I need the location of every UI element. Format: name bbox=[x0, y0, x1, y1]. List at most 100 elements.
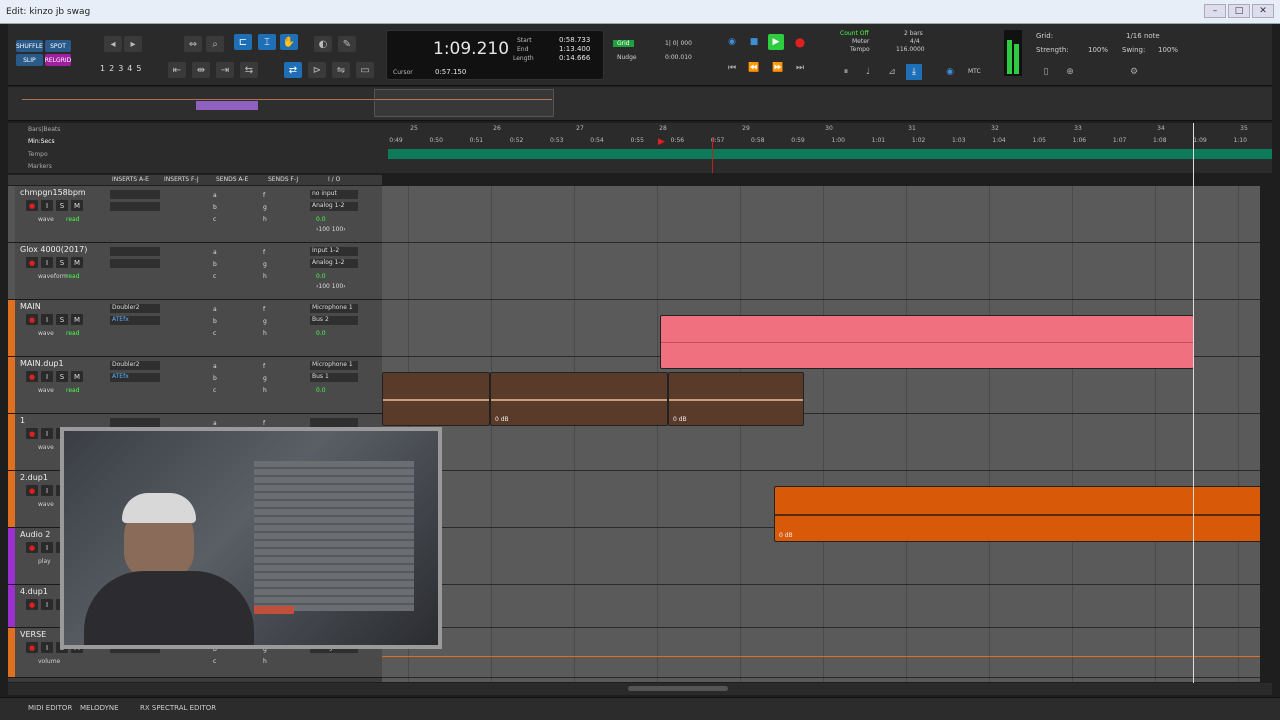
track-name[interactable]: 1 bbox=[20, 416, 25, 425]
metronome-icon[interactable]: ⊿ bbox=[884, 64, 900, 80]
send-slot-h[interactable]: h bbox=[263, 330, 267, 337]
record-enable-button[interactable]: ● bbox=[26, 428, 38, 439]
clip-main-pink[interactable] bbox=[660, 315, 1194, 369]
send-slot-a[interactable]: a bbox=[213, 192, 217, 199]
solo-button[interactable]: S bbox=[56, 371, 68, 382]
send-slot-a[interactable]: a bbox=[213, 306, 217, 313]
output-selector[interactable]: Bus 2 bbox=[310, 316, 358, 325]
close-button[interactable]: ✕ bbox=[1252, 4, 1274, 18]
automation-mode[interactable]: read bbox=[66, 330, 80, 337]
main-counter-value[interactable]: 1:09.210 bbox=[433, 39, 509, 59]
track-row[interactable]: MAIN ● I S Mwave read Doubler2 ATEfx a b c f g h Micro… bbox=[8, 300, 382, 357]
insert-slot-b[interactable] bbox=[110, 259, 160, 268]
online-icon[interactable]: ◉ bbox=[942, 64, 958, 80]
mute-button[interactable]: M bbox=[71, 257, 83, 268]
send-slot-g[interactable]: g bbox=[263, 375, 267, 382]
record-enable-button[interactable]: ● bbox=[26, 200, 38, 211]
track-view-selector[interactable]: wave bbox=[38, 387, 54, 394]
grabber-tool-icon[interactable]: ✋ bbox=[280, 34, 298, 50]
input-selector[interactable]: Microphone 1 bbox=[310, 361, 358, 370]
punch-icon[interactable]: ⤓ bbox=[906, 64, 922, 80]
insert-slot-a[interactable] bbox=[110, 418, 160, 427]
magnifier-icon[interactable]: ⌕ bbox=[206, 36, 224, 52]
insert-slot-a[interactable] bbox=[110, 247, 160, 256]
zoom-preset-2[interactable]: 2 bbox=[109, 64, 114, 73]
link-timeline-icon[interactable]: ⇄ bbox=[284, 62, 302, 78]
clip-gain-label[interactable]: 0 dB bbox=[495, 416, 509, 423]
send-slot-g[interactable]: g bbox=[263, 318, 267, 325]
quantize-note[interactable]: 1/16 note bbox=[1126, 32, 1160, 40]
length-value[interactable]: 0:14.666 bbox=[559, 54, 590, 62]
clip-maindup-3[interactable]: 0 dB bbox=[668, 372, 804, 426]
loop-icon[interactable]: ◉ bbox=[724, 34, 740, 50]
insert-slot-a[interactable]: Doubler2 bbox=[110, 304, 160, 313]
solo-button[interactable]: S bbox=[56, 200, 68, 211]
start-value[interactable]: 0:58.733 bbox=[559, 36, 590, 44]
minimize-button[interactable]: – bbox=[1204, 4, 1226, 18]
strength-value[interactable]: 100% bbox=[1088, 46, 1108, 54]
send-slot-f[interactable]: f bbox=[263, 306, 265, 313]
zoom-preset-5[interactable]: 5 bbox=[136, 64, 141, 73]
send-slot-h[interactable]: h bbox=[263, 387, 267, 394]
rx-spectral-editor-tab[interactable]: RX SPECTRAL EDITOR bbox=[140, 704, 216, 712]
input-monitor-button[interactable]: I bbox=[41, 542, 53, 553]
record-enable-button[interactable]: ● bbox=[26, 485, 38, 496]
midi-merge-icon[interactable]: ⏸ bbox=[838, 64, 854, 80]
shuffle-mode-button[interactable]: SHUFFLE bbox=[16, 40, 43, 52]
spot-mode-button[interactable]: SPOT bbox=[44, 40, 72, 52]
pan-readout[interactable]: ‹100 100› bbox=[316, 283, 346, 290]
send-slot-f[interactable]: f bbox=[263, 192, 265, 199]
input-selector[interactable]: Input 1-2 bbox=[310, 247, 358, 256]
tempo-value[interactable]: 116.0000 bbox=[896, 46, 925, 53]
nudge-left-icon[interactable]: ⇤ bbox=[168, 62, 186, 78]
settings-gear-icon[interactable]: ⚙ bbox=[1126, 64, 1142, 80]
record-enable-button[interactable]: ● bbox=[26, 542, 38, 553]
zoom-preset-4[interactable]: 4 bbox=[127, 64, 132, 73]
input-monitor-button[interactable]: I bbox=[41, 314, 53, 325]
track-name[interactable]: MAIN.dup1 bbox=[20, 359, 64, 368]
midi-editor-tab[interactable]: MIDI EDITOR bbox=[28, 704, 72, 712]
send-slot-b[interactable]: b bbox=[213, 204, 217, 211]
clip-orange[interactable]: 0 dB bbox=[774, 486, 1260, 542]
nudge-label[interactable]: Nudge bbox=[617, 54, 637, 61]
keyboard-focus-icon[interactable]: ▭ bbox=[356, 62, 374, 78]
send-slot-h[interactable]: h bbox=[263, 658, 267, 665]
send-slot-b[interactable]: b bbox=[213, 261, 217, 268]
track-view-selector[interactable]: waveform bbox=[38, 273, 68, 280]
track-view-selector[interactable]: play bbox=[38, 558, 51, 565]
play-button[interactable]: ▶ bbox=[768, 34, 784, 50]
track-name[interactable]: 4.dup1 bbox=[20, 587, 48, 596]
automation-mode[interactable]: read bbox=[66, 273, 80, 280]
link-icon[interactable]: ⇆ bbox=[240, 62, 258, 78]
track-row[interactable]: chmpgn158bpm ● I S Mwave read a b c f g h no input An… bbox=[8, 186, 382, 243]
track-name[interactable]: VERSE bbox=[20, 630, 46, 639]
input-monitor-button[interactable]: I bbox=[41, 642, 53, 653]
quantize-icon[interactable]: ▯ bbox=[1038, 64, 1054, 80]
volume-readout[interactable]: 0.0 bbox=[316, 273, 326, 280]
send-slot-c[interactable]: c bbox=[213, 387, 216, 394]
insert-slot-b[interactable]: ATEfx bbox=[110, 373, 160, 382]
track-lane[interactable] bbox=[382, 186, 1260, 243]
grid-mode-button[interactable]: RELGRID bbox=[44, 54, 72, 66]
tab-to-transient-icon[interactable]: ⊳ bbox=[308, 62, 326, 78]
mtc-label[interactable]: MTC bbox=[968, 68, 981, 75]
volume-readout[interactable]: 0.0 bbox=[316, 387, 326, 394]
track-name[interactable]: chmpgn158bpm bbox=[20, 188, 86, 197]
input-selector[interactable]: no input bbox=[310, 190, 358, 199]
record-enable-button[interactable]: ● bbox=[26, 257, 38, 268]
track-view-selector[interactable]: wave bbox=[38, 501, 54, 508]
send-slot-h[interactable]: h bbox=[263, 216, 267, 223]
slip-mode-button[interactable]: SLIP bbox=[16, 54, 43, 66]
universe-overview[interactable] bbox=[8, 87, 1272, 121]
grid-value[interactable]: 1| 0| 000 bbox=[665, 40, 692, 47]
grid-label[interactable]: Grid bbox=[613, 40, 634, 47]
insert-slot-a[interactable] bbox=[110, 190, 160, 199]
send-slot-a[interactable]: a bbox=[213, 363, 217, 370]
input-selector[interactable] bbox=[310, 418, 358, 427]
record-button[interactable]: ● bbox=[792, 34, 808, 50]
solo-button[interactable]: S bbox=[56, 257, 68, 268]
send-slot-g[interactable]: g bbox=[263, 204, 267, 211]
nudge-mid-icon[interactable]: ⇹ bbox=[192, 62, 210, 78]
send-slot-f[interactable]: f bbox=[263, 249, 265, 256]
insert-slot-b[interactable] bbox=[110, 202, 160, 211]
